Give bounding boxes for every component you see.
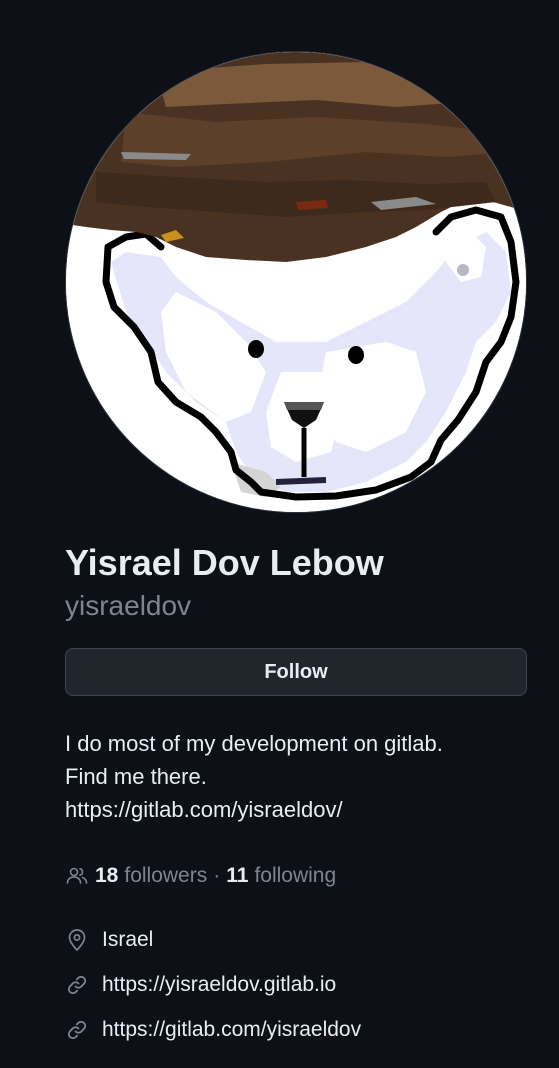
followers-link[interactable]: 18 followers xyxy=(65,864,207,888)
detail-website: https://yisraeldov.gitlab.io xyxy=(65,967,535,1003)
bio-line: https://gitlab.com/yisraeldov/ xyxy=(65,797,343,822)
bio-line: I do most of my development on gitlab. xyxy=(65,731,443,756)
social-link[interactable]: https://gitlab.com/yisraeldov xyxy=(102,1018,361,1042)
detail-location: Israel xyxy=(65,922,535,958)
website-link[interactable]: https://yisraeldov.gitlab.io xyxy=(102,973,336,997)
follow-button[interactable]: Follow xyxy=(65,648,527,696)
bear-avatar-image xyxy=(66,52,526,512)
link-icon xyxy=(65,1018,89,1042)
location-pin-icon xyxy=(65,928,89,952)
follow-stats: 18 followers · 11 following xyxy=(65,861,336,891)
stats-separator: · xyxy=(213,864,221,887)
following-count: 11 xyxy=(226,864,249,887)
bio-line: Find me there. xyxy=(65,764,207,789)
location-text: Israel xyxy=(102,928,154,951)
link-icon xyxy=(65,973,89,997)
profile-details: Israel https://yisraeldov.gitlab.io http… xyxy=(65,922,535,1057)
following-label: following xyxy=(254,864,337,887)
profile-bio: I do most of my development on gitlab. F… xyxy=(65,727,535,826)
followers-count: 18 xyxy=(95,864,119,887)
people-icon xyxy=(65,864,89,888)
profile-avatar[interactable] xyxy=(65,51,527,513)
detail-social: https://gitlab.com/yisraeldov xyxy=(65,1012,535,1048)
following-link[interactable]: 11 following xyxy=(226,864,336,888)
followers-label: followers xyxy=(124,864,208,887)
profile-fullname: Yisrael Dov Lebow xyxy=(65,542,384,583)
profile-username: yisraeldov xyxy=(65,590,192,621)
